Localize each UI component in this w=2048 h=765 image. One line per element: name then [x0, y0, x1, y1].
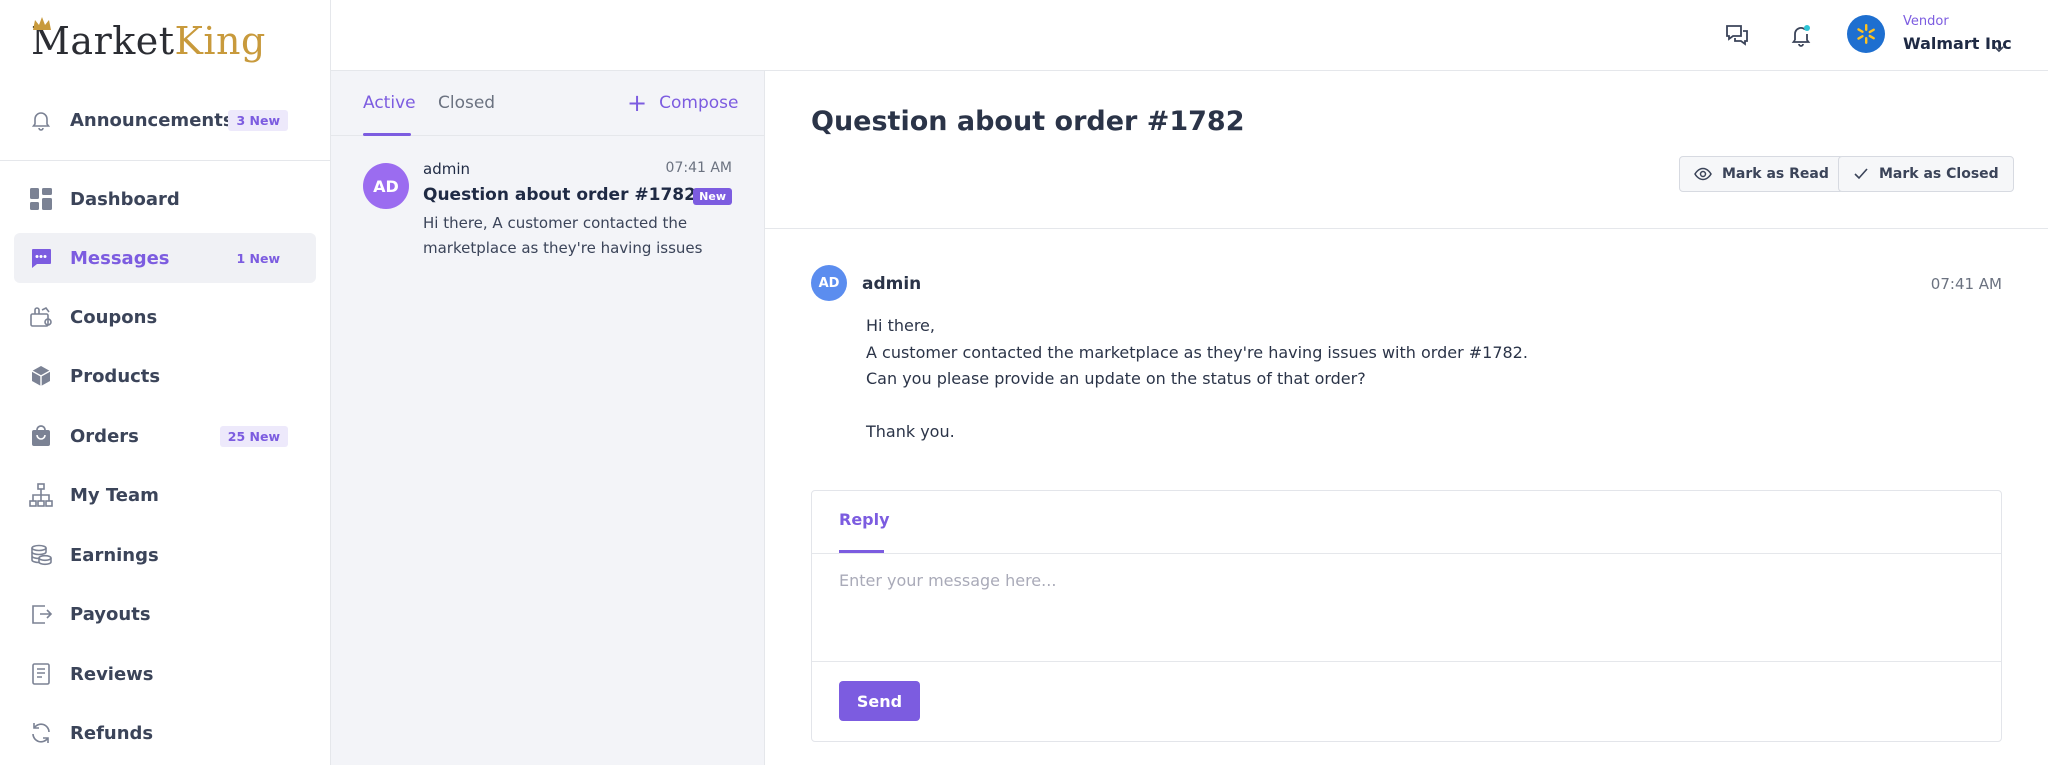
- sidebar-item-label: Earnings: [70, 544, 159, 566]
- message-list-pane: Active Closed + Compose AD admin 07:41 A…: [331, 71, 765, 765]
- box-icon: [28, 363, 54, 389]
- tab-active[interactable]: Active: [363, 93, 416, 113]
- message-list-tabs: Active Closed + Compose: [331, 71, 765, 136]
- sidebar-item-label: Reviews: [70, 663, 154, 685]
- payout-icon: [28, 601, 54, 627]
- compose-label: Compose: [659, 93, 739, 113]
- sidebar-item-label: Products: [70, 365, 161, 387]
- tab-closed[interactable]: Closed: [438, 93, 495, 113]
- sidebar-item-label: Refunds: [70, 722, 154, 744]
- sidebar-item-my-team[interactable]: My Team: [14, 470, 316, 520]
- refresh-icon: [28, 720, 54, 746]
- check-icon: [1853, 167, 1869, 181]
- plus-icon: +: [627, 88, 648, 117]
- messages-badge: 1 New: [236, 250, 280, 266]
- active-tab-indicator: [363, 133, 411, 136]
- coins-icon: [28, 542, 54, 568]
- tab-reply[interactable]: Reply: [839, 510, 890, 529]
- sidebar-item-coupons[interactable]: Coupons: [14, 292, 316, 342]
- chevron-down-icon[interactable]: [1993, 38, 2005, 57]
- orders-badge: 25 New: [219, 425, 288, 447]
- topbar: Vendor Walmart Inc: [331, 0, 2048, 71]
- logo-part-king: King: [174, 19, 266, 63]
- vendor-role-label: Vendor: [1903, 14, 1949, 29]
- bell-icon: [28, 107, 54, 133]
- sidebar-item-earnings[interactable]: Earnings: [14, 530, 316, 580]
- message-line: A customer contacted the marketplace as …: [866, 342, 1528, 362]
- sidebar-item-products[interactable]: Products: [14, 351, 316, 401]
- sidebar-item-label: My Team: [70, 484, 159, 506]
- review-icon: [28, 661, 54, 687]
- sidebar-divider: [0, 160, 331, 161]
- announcements-badge: 3 New: [228, 109, 288, 131]
- message-body: Hi there, A customer contacted the marke…: [866, 313, 1528, 446]
- org-chart-icon: [28, 482, 54, 508]
- logo-text: MarketKing: [31, 22, 266, 60]
- message-line: Can you please provide an update on the …: [866, 369, 1366, 388]
- notifications-bell-icon[interactable]: [1785, 19, 1817, 51]
- message-sender: admin: [862, 274, 922, 294]
- sidebar-item-refunds[interactable]: Refunds: [14, 708, 316, 758]
- vendor-avatar[interactable]: [1847, 15, 1885, 53]
- thread-time: 07:41 AM: [665, 160, 732, 176]
- thread-avatar: AD: [363, 163, 409, 209]
- sidebar-item-reviews[interactable]: Reviews: [14, 649, 316, 699]
- page-title: Question about order #1782: [811, 106, 1245, 137]
- compose-button[interactable]: + Compose: [627, 88, 739, 117]
- reply-message-input[interactable]: [839, 571, 1969, 651]
- mark-as-closed-button[interactable]: Mark as Closed: [1838, 156, 2014, 192]
- chat-bubble-icon: [28, 245, 54, 271]
- message-line: [866, 393, 1528, 420]
- mark-as-read-label: Mark as Read: [1722, 166, 1829, 182]
- sidebar-item-orders[interactable]: Orders 25 New: [14, 411, 316, 461]
- messages-chat-icon[interactable]: [1721, 19, 1753, 51]
- reply-box: Reply Send: [811, 490, 2002, 742]
- sidebar-item-label: Dashboard: [70, 188, 180, 210]
- sidebar-item-label: Announcements: [70, 109, 234, 131]
- message-line: Hi there,: [866, 316, 935, 335]
- sidebar-item-announcements[interactable]: Announcements 3 New: [14, 95, 316, 145]
- message-avatar: AD: [811, 265, 847, 301]
- sidebar: MarketKing Announcements 3 New Dashboard…: [0, 0, 331, 765]
- thread-preview: Hi there, A customer contacted the marke…: [423, 214, 703, 257]
- detail-divider: [765, 228, 2048, 229]
- sidebar-item-messages[interactable]: Messages 1 New: [14, 233, 316, 283]
- send-button[interactable]: Send: [839, 681, 920, 721]
- sidebar-item-label: Messages: [70, 247, 170, 269]
- mark-as-closed-label: Mark as Closed: [1879, 166, 1999, 182]
- coupon-icon: [28, 304, 54, 330]
- sidebar-item-label: Orders: [70, 425, 139, 447]
- message-line: Thank you.: [866, 422, 955, 441]
- message-detail-pane: Question about order #1782 Mark as Read …: [765, 71, 2048, 765]
- crown-icon: [33, 17, 51, 30]
- walmart-spark-icon: [1857, 24, 1875, 44]
- sidebar-item-payouts[interactable]: Payouts: [14, 589, 316, 639]
- mark-as-read-button[interactable]: Mark as Read: [1679, 156, 1844, 192]
- thread-subject: Question about order #1782: [423, 185, 696, 205]
- shopping-bag-icon: [28, 423, 54, 449]
- eye-icon: [1694, 167, 1712, 181]
- sidebar-item-dashboard[interactable]: Dashboard: [14, 174, 316, 224]
- reply-footer-divider: [812, 661, 2001, 662]
- dashboard-grid-icon: [28, 186, 54, 212]
- thread-sender: admin: [423, 160, 470, 178]
- new-badge: New: [693, 188, 732, 205]
- marketking-logo[interactable]: MarketKing: [31, 17, 266, 60]
- sidebar-item-label: Coupons: [70, 306, 158, 328]
- sidebar-item-label: Payouts: [70, 603, 151, 625]
- message-time: 07:41 AM: [1930, 275, 2002, 293]
- reply-tab-divider: [812, 553, 2001, 554]
